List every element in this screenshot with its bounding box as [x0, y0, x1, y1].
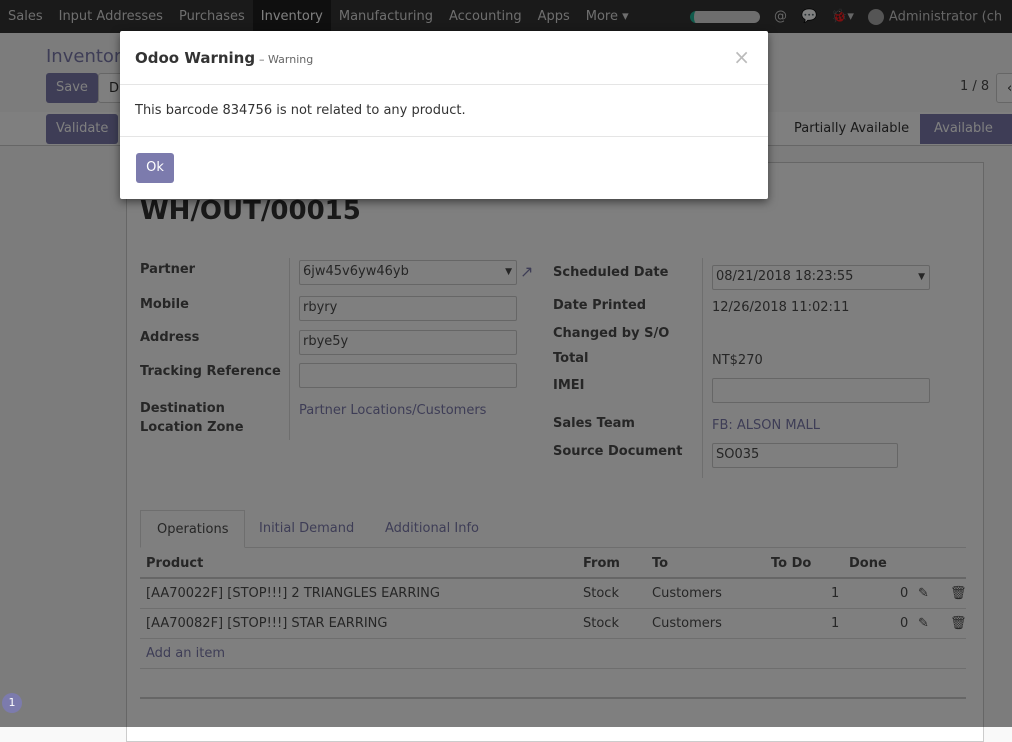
dialog-title: Odoo Warning [135, 49, 256, 67]
dialog-subtitle: – Warning [259, 53, 314, 66]
notification-badge[interactable]: 1 [2, 693, 22, 713]
dialog-message: This barcode 834756 is not related to an… [120, 85, 768, 137]
ok-button[interactable]: Ok [136, 153, 174, 183]
close-icon[interactable]: × [733, 45, 750, 69]
warning-dialog: Odoo Warning – Warning × This barcode 83… [120, 31, 768, 199]
dialog-header: Odoo Warning – Warning × [120, 31, 768, 85]
